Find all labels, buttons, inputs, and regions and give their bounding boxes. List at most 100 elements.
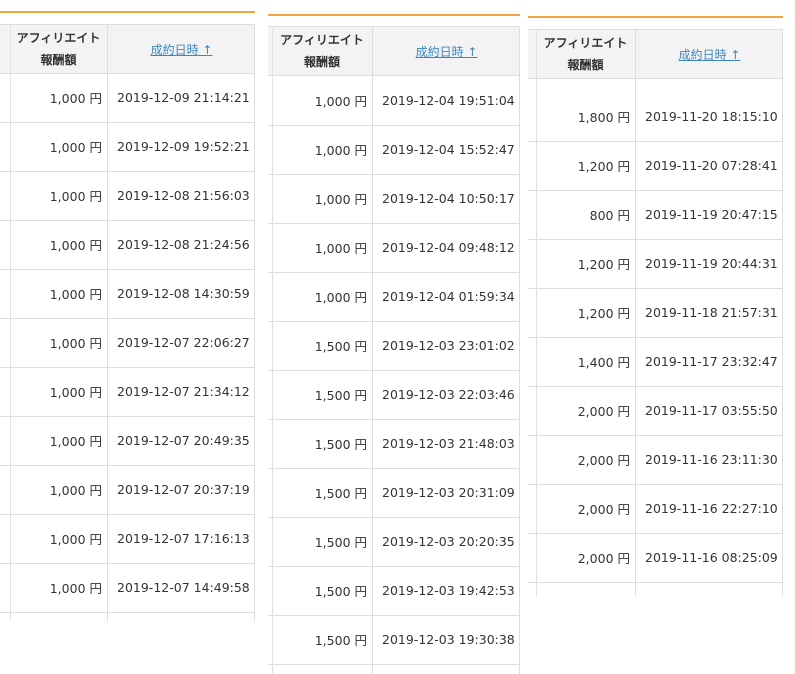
table-row: 1,000 円 2019-12-09 21:14:21 <box>0 73 255 123</box>
reward-amount: 1,000 円 <box>10 122 108 171</box>
table-row: 1,000 円 2019-12-04 15:52:47 <box>268 125 520 175</box>
conversion-datetime: 2019-12-04 01:59:34 <box>382 289 515 304</box>
table-header: アフィリエイト 報酬額 成約日時 ↑ <box>528 29 783 79</box>
amount-column-header: アフィリエイト 報酬額 <box>10 25 108 73</box>
table-row: 1,500 円 2019-12-03 22:03:46 <box>268 370 520 420</box>
reward-amount: 1,000 円 <box>10 416 108 465</box>
reward-amount: 1,400 円 <box>536 337 636 386</box>
table-row: 1,500 円 2019-12-03 20:31:09 <box>268 468 520 518</box>
table-row: 1,500 円 2019-12-03 19:42:53 <box>268 566 520 616</box>
conversion-datetime: 2019-12-03 20:31:09 <box>382 485 515 500</box>
table-row: 1,500 円 2019-12-03 21:48:03 <box>268 419 520 469</box>
table-row: 1,200 円 2019-11-19 20:44:31 <box>528 239 783 289</box>
amount-header-line1: アフィリエイト <box>16 31 101 45</box>
conversion-datetime: 2019-12-07 14:49:58 <box>117 580 250 595</box>
table-row: 1,000 円 2019-12-04 10:50:17 <box>268 174 520 224</box>
table-row: 1,500 円 2019-12-03 20:20:35 <box>268 517 520 567</box>
column-divider <box>107 25 108 621</box>
reward-amount: 1,000 円 <box>10 367 108 416</box>
reward-amount: 1,000 円 <box>272 76 373 125</box>
conversion-datetime: 2019-12-04 09:48:12 <box>382 240 515 255</box>
reward-amount: 1,000 円 <box>10 269 108 318</box>
reward-amount: 1,000 円 <box>10 465 108 514</box>
accent-line <box>0 11 255 13</box>
reward-amount: 1,000 円 <box>272 174 373 223</box>
conversion-datetime: 2019-12-04 10:50:17 <box>382 191 515 206</box>
table-row: 1,200 円 2019-11-18 21:57:31 <box>528 288 783 338</box>
table-row: 1,200 円 2019-11-20 07:28:41 <box>528 141 783 191</box>
table-row: 2,000 円 2019-11-16 22:27:10 <box>528 484 783 534</box>
reward-amount: 2,000 円 <box>536 435 636 484</box>
conversion-datetime: 2019-12-09 21:14:21 <box>117 90 250 105</box>
reward-amount: 1,000 円 <box>10 220 108 269</box>
conversion-datetime: 2019-12-07 17:16:13 <box>117 531 250 546</box>
table-header: アフィリエイト 報酬額 成約日時 ↑ <box>0 24 255 74</box>
table-header: アフィリエイト 報酬額 成約日時 ↑ <box>268 26 520 76</box>
amount-header-line1: アフィリエイト <box>543 36 628 50</box>
conversion-datetime: 2019-11-20 18:15:10 <box>645 109 778 124</box>
conversion-datetime: 2019-12-03 21:48:03 <box>382 436 515 451</box>
reward-amount: 1,000 円 <box>10 73 108 122</box>
table-row: 2,000 円 2019-11-16 08:25:09 <box>528 533 783 583</box>
reward-amount: 2,000 円 <box>536 484 636 533</box>
table-row: 1,000 円 2019-12-08 21:56:03 <box>0 171 255 221</box>
column-divider <box>635 30 636 596</box>
amount-column-header: アフィリエイト 報酬額 <box>536 30 636 78</box>
reward-amount: 2,000 円 <box>536 386 636 435</box>
reward-amount: 1,200 円 <box>536 239 636 288</box>
reward-amount: 1,500 円 <box>272 468 373 517</box>
conversion-datetime: 2019-12-03 22:03:46 <box>382 387 515 402</box>
reward-amount: 1,000 円 <box>272 125 373 174</box>
table-right-border <box>519 28 520 674</box>
column-divider <box>372 28 373 674</box>
conversion-datetime: 2019-12-03 20:20:35 <box>382 534 515 549</box>
amount-header-line1: アフィリエイト <box>280 33 364 47</box>
conversion-datetime: 2019-12-03 23:01:02 <box>382 338 515 353</box>
reward-amount: 1,500 円 <box>272 615 373 664</box>
conversion-datetime: 2019-12-07 22:06:27 <box>117 335 250 350</box>
reward-amount: 1,500 円 <box>272 566 373 615</box>
conversion-datetime: 2019-12-09 19:52:21 <box>117 139 250 154</box>
conversion-datetime: 2019-12-08 21:24:56 <box>117 237 250 252</box>
table-row: 1,000 円 2019-12-07 21:34:12 <box>0 367 255 417</box>
table-row: 1,500 円 2019-12-03 23:01:02 <box>268 321 520 371</box>
reward-amount: 1,000 円 <box>10 514 108 563</box>
table-row: 1,000 円 2019-12-04 01:59:34 <box>268 272 520 322</box>
table-left-border <box>10 25 11 621</box>
reward-amount: 1,500 円 <box>272 370 373 419</box>
conversion-datetime: 2019-11-20 07:28:41 <box>645 158 778 173</box>
table-row: 1,000 円 2019-12-07 20:49:35 <box>0 416 255 466</box>
reward-amount: 1,000 円 <box>10 318 108 367</box>
conversion-datetime: 2019-11-16 23:11:30 <box>645 452 778 467</box>
table-row: 1,800 円 2019-11-20 18:15:10 <box>528 92 783 142</box>
conversion-datetime: 2019-12-04 19:51:04 <box>382 93 515 108</box>
conversion-datetime: 2019-12-08 14:30:59 <box>117 286 250 301</box>
accent-line <box>268 14 520 16</box>
reward-amount: 1,800 円 <box>536 92 636 141</box>
table-row: 1,000 円 2019-12-07 20:37:19 <box>0 465 255 515</box>
conversion-datetime: 2019-11-17 23:32:47 <box>645 354 778 369</box>
table-row: 1,000 円 2019-12-04 09:48:12 <box>268 223 520 273</box>
sort-by-date-link[interactable]: 成約日時 ↑ <box>108 25 255 73</box>
conversion-datetime: 2019-12-07 20:49:35 <box>117 433 250 448</box>
table-row: 2,000 円 2019-11-17 03:55:50 <box>528 386 783 436</box>
table-row: 1,000 円 2019-12-04 19:51:04 <box>268 76 520 126</box>
conversion-datetime: 2019-12-04 15:52:47 <box>382 142 515 157</box>
table-left-border <box>272 28 273 674</box>
amount-column-header: アフィリエイト 報酬額 <box>272 27 373 75</box>
table-row: 1,000 円 2019-12-07 22:06:27 <box>0 318 255 368</box>
accent-line <box>528 16 783 18</box>
table-right-border <box>782 30 783 596</box>
conversion-datetime: 2019-12-08 21:56:03 <box>117 188 250 203</box>
reward-amount: 2,000 円 <box>536 533 636 582</box>
transaction-table-panel-2: アフィリエイト 報酬額 成約日時 ↑ 1,000 円 2019-12-04 19:… <box>268 14 520 674</box>
conversion-datetime: 2019-11-16 22:27:10 <box>645 501 778 516</box>
table-row: 1,000 円 2019-12-08 21:24:56 <box>0 220 255 270</box>
conversion-datetime: 2019-11-17 03:55:50 <box>645 403 778 418</box>
reward-amount: 800 円 <box>536 190 636 239</box>
sort-by-date-link[interactable]: 成約日時 ↑ <box>373 27 520 75</box>
transaction-table-panel-1: アフィリエイト 報酬額 成約日時 ↑ 1,000 円 2019-12-09 21:… <box>0 11 255 621</box>
conversion-datetime: 2019-11-19 20:47:15 <box>645 207 778 222</box>
reward-amount: 1,000 円 <box>10 171 108 220</box>
sort-by-date-link[interactable]: 成約日時 ↑ <box>636 30 783 78</box>
